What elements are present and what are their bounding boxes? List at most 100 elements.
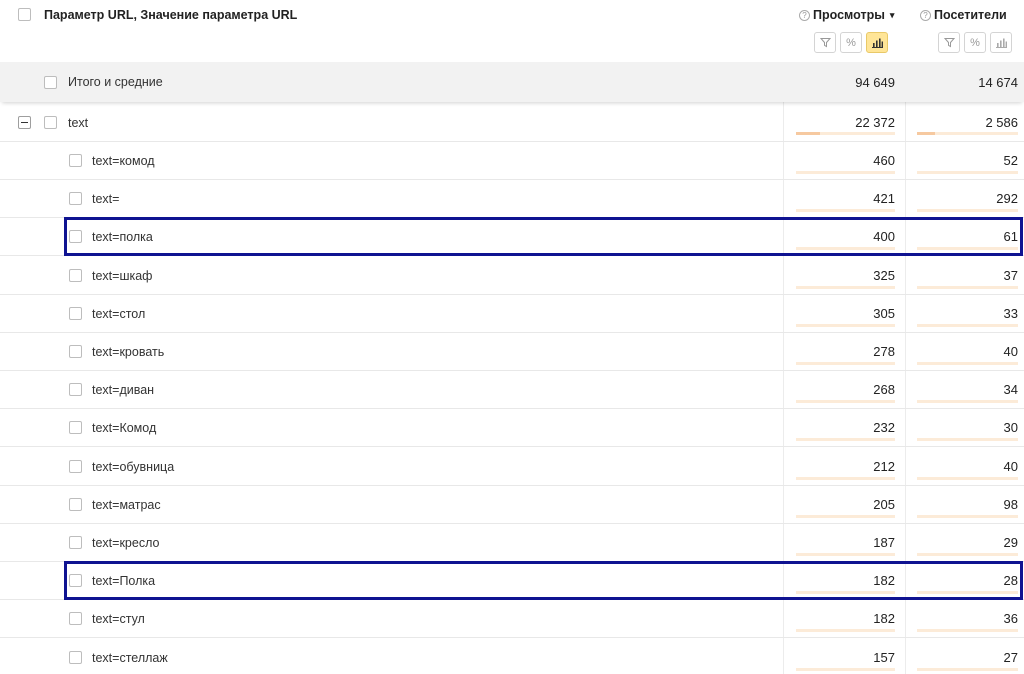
row-label: text=кресло [92,535,160,550]
group-label: text [68,115,89,130]
row-label-cell: text=Комод [0,409,156,446]
views-share-bar [796,400,895,403]
row-label-cell: text=комод [0,142,155,179]
row-label-cell: text=шкаф [0,257,152,294]
views-share-bar [796,591,895,594]
row-checkbox[interactable] [69,536,82,549]
row-checkbox[interactable] [69,192,82,205]
row-checkbox[interactable] [69,154,82,167]
row-checkbox[interactable] [69,421,82,434]
visitors-share-bar [917,209,1018,212]
table-row[interactable]: text=диван 268 34 [0,371,1024,409]
visitors-share-bar [917,553,1018,556]
row-checkbox[interactable] [69,574,82,587]
row-label: text=стол [92,306,146,321]
visitors-share-bar [917,171,1018,174]
visitors-share-bar [917,247,1018,250]
row-label: text=Комод [92,420,157,435]
table-row[interactable]: text=матрас 205 98 [0,486,1024,524]
row-label-cell: text=обувница [0,448,174,485]
help-icon[interactable]: ? [920,9,931,21]
chart-bars-icon[interactable] [990,32,1012,53]
dimension-column-header[interactable]: Параметр URL, Значение параметра URL [44,8,297,22]
totals-row: Итого и средние 94 649 14 674 [0,62,1024,102]
views-share-bar [796,247,895,250]
row-label: text=обувница [92,459,175,474]
views-header-label: Просмотры [813,8,885,22]
table-row[interactable]: text=шкаф 325 37 [0,257,1024,295]
select-all-checkbox[interactable] [18,8,31,21]
totals-label-cell: Итого и средние [0,62,163,102]
percent-icon[interactable]: % [964,32,986,53]
views-share-bar [796,477,895,480]
visitors-share-bar [917,668,1018,671]
table-row[interactable]: text=обувница 212 40 [0,448,1024,486]
views-share-bar [796,362,895,365]
views-column-header[interactable]: ? Просмотры ▾ [799,8,894,22]
views-column-tools: % [814,32,888,53]
row-label: text=стул [92,611,145,626]
group-views: 22 372 [855,115,895,130]
visitors-share-bar [917,438,1018,441]
visitors-header-label: Посетители [934,8,1007,22]
row-checkbox[interactable] [69,269,82,282]
row-checkbox[interactable] [69,498,82,511]
row-label-cell: text=стеллаж [0,639,168,674]
row-label-cell: text=полка [0,218,153,255]
row-checkbox[interactable] [69,307,82,320]
row-label: text=комод [92,153,155,168]
visitors-share-bar [917,477,1018,480]
views-share-bar [796,668,895,671]
table-row[interactable]: text=кресло 187 29 [0,524,1024,562]
row-checkbox[interactable] [69,383,82,396]
filter-icon[interactable] [938,32,960,53]
group-visitors: 2 586 [985,115,1018,130]
row-label-cell: text=Полка [0,562,155,599]
table-row[interactable]: text=Полка 182 28 [0,562,1024,600]
collapse-icon[interactable] [18,116,31,129]
table-row[interactable]: text=полка 400 61 [0,218,1024,256]
row-checkbox[interactable] [69,651,82,664]
views-share-fill [796,132,820,135]
table-row[interactable]: text=комод 460 52 [0,142,1024,180]
row-checkbox[interactable] [69,612,82,625]
visitors-share-bar [917,400,1018,403]
row-label: text= [92,191,120,206]
table-row[interactable]: text= 421 292 [0,180,1024,218]
row-label: text=стеллаж [92,650,168,665]
row-checkbox[interactable] [69,230,82,243]
table-row[interactable]: text=Комод 232 30 [0,409,1024,447]
chart-bars-icon[interactable] [866,32,888,53]
group-checkbox[interactable] [44,116,57,129]
views-share-bar [796,515,895,518]
row-label: text=полка [92,229,153,244]
table-row[interactable]: text=стеллаж 157 27 [0,639,1024,674]
table-row[interactable]: text=кровать 278 40 [0,333,1024,371]
views-share-bar [796,324,895,327]
filter-icon[interactable] [814,32,836,53]
totals-label: Итого и средние [68,75,163,89]
row-label-cell: text= [0,180,119,217]
visitors-share-bar [917,132,1018,135]
views-share-bar [796,438,895,441]
views-share-bar [796,171,895,174]
percent-icon[interactable]: % [840,32,862,53]
visitors-column-header[interactable]: ? Посетители [920,8,1007,22]
visitors-share-bar [917,324,1018,327]
group-row[interactable]: text 22 372 2 586 [0,104,1024,142]
sort-desc-icon[interactable]: ▾ [890,10,895,21]
views-share-bar [796,553,895,556]
totals-views: 94 649 [855,74,895,90]
row-checkbox[interactable] [69,460,82,473]
row-label-cell: text=матрас [0,486,161,523]
table-header: Параметр URL, Значение параметра URL ? П… [0,0,1024,62]
table-row[interactable]: text=стул 182 36 [0,600,1024,638]
row-label-cell: text=кровать [0,333,164,370]
totals-checkbox[interactable] [44,75,57,89]
visitors-share-bar [917,629,1018,632]
row-checkbox[interactable] [69,345,82,358]
table-row[interactable]: text=стол 305 33 [0,295,1024,333]
help-icon[interactable]: ? [799,9,810,21]
row-label: text=диван [92,382,155,397]
visitors-share-fill [917,132,936,135]
